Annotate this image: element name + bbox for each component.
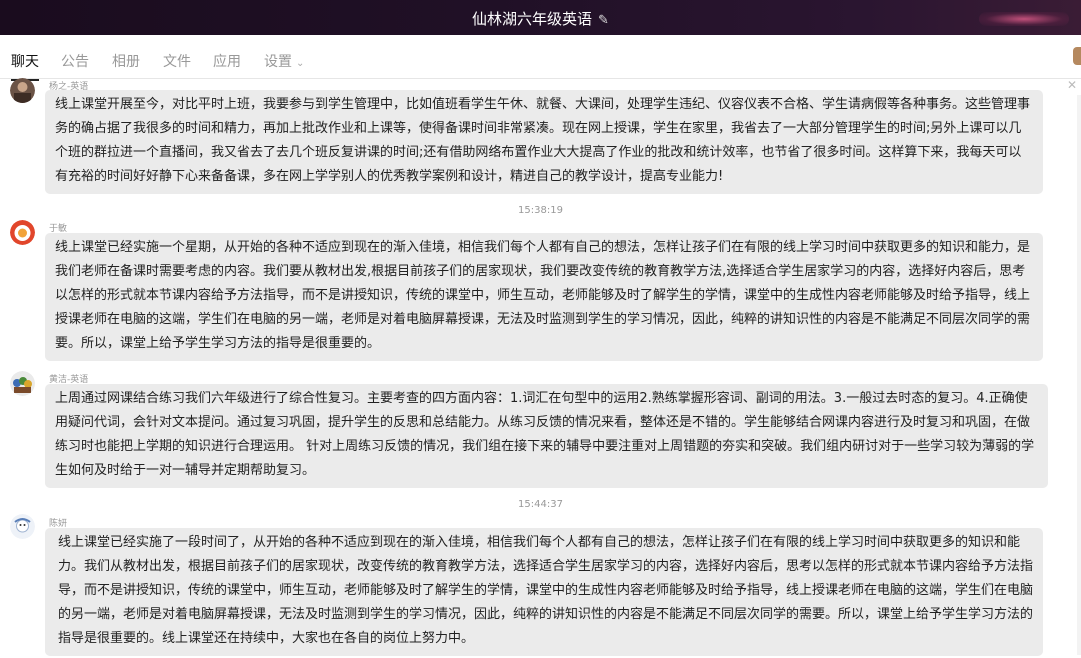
pencil-icon[interactable]: ✎ bbox=[598, 13, 609, 28]
message-bubble[interactable]: 线上课堂开展至今，对比平时上班，我要参与到学生管理中，比如值班看学生午休、就餐、… bbox=[45, 90, 1043, 194]
chevron-down-icon: ⌄ bbox=[296, 58, 305, 69]
title-bar: 仙林湖六年级英语 ✎ bbox=[0, 0, 1081, 35]
tab-settings[interactable]: 设置 ⌄ bbox=[264, 51, 304, 71]
tab-album[interactable]: 相册 bbox=[112, 51, 140, 71]
tab-settings-label: 设置 bbox=[264, 54, 292, 70]
message-bubble[interactable]: 上周通过网课结合练习我们六年级进行了综合性复习。主要考查的四方面内容：1.词汇在… bbox=[45, 384, 1048, 488]
avatar[interactable] bbox=[10, 220, 35, 245]
window-controls-glow bbox=[979, 12, 1069, 26]
side-marker bbox=[1073, 47, 1081, 65]
timestamp: 15:44:37 bbox=[518, 499, 563, 510]
tab-bar: 聊天 公告 相册 文件 应用 设置 ⌄ bbox=[0, 35, 1081, 81]
avatar[interactable] bbox=[10, 514, 35, 539]
message-bubble[interactable]: 线上课堂已经实施了一段时间了，从开始的各种不适应到现在的渐入佳境，相信我们每个人… bbox=[45, 528, 1043, 656]
message-bubble[interactable]: 线上课堂已经实施一个星期，从开始的各种不适应到现在的渐入佳境，相信我们每个人都有… bbox=[45, 233, 1043, 361]
group-title[interactable]: 仙林湖六年级英语 ✎ bbox=[0, 8, 1081, 29]
timestamp: 15:38:19 bbox=[518, 205, 563, 216]
close-icon[interactable]: ✕ bbox=[1067, 78, 1077, 92]
group-name: 仙林湖六年级英语 bbox=[472, 10, 593, 28]
avatar[interactable] bbox=[10, 371, 35, 396]
tab-files[interactable]: 文件 bbox=[163, 51, 191, 71]
avatar[interactable] bbox=[10, 78, 35, 103]
tab-chat[interactable]: 聊天 bbox=[11, 51, 39, 81]
tab-announcement[interactable]: 公告 bbox=[61, 51, 89, 71]
scrollbar[interactable] bbox=[1077, 95, 1081, 655]
tab-apps[interactable]: 应用 bbox=[213, 51, 241, 71]
